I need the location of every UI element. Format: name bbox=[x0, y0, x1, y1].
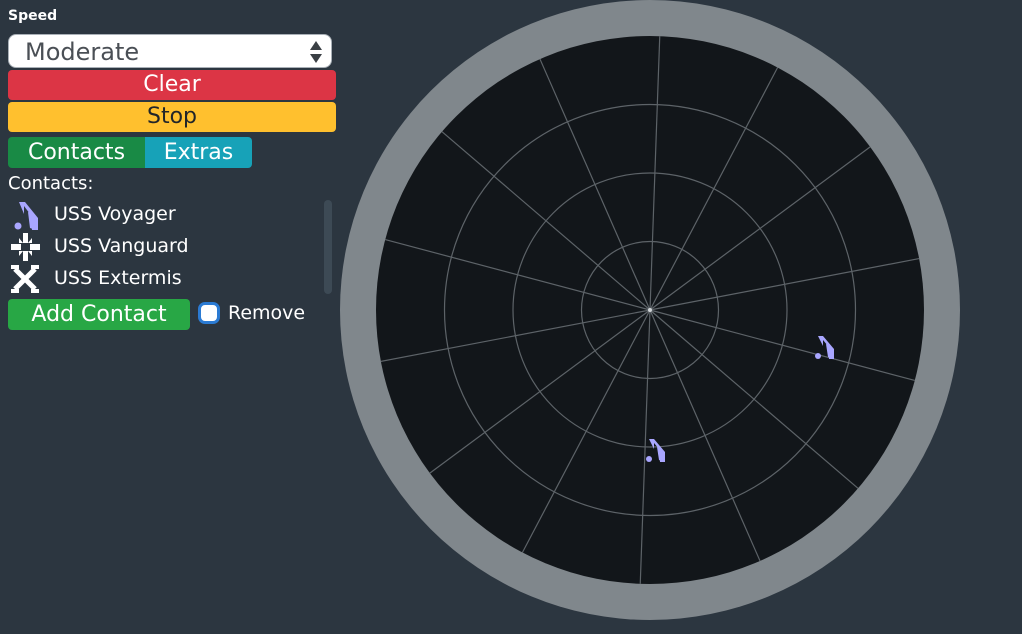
contact-name: USS Voyager bbox=[54, 203, 176, 225]
contacts-heading: Contacts: bbox=[8, 173, 94, 194]
contact-name: USS Vanguard bbox=[54, 235, 189, 257]
contact-item-extermis[interactable]: USS Extermis bbox=[8, 262, 328, 294]
contact-item-voyager[interactable]: USS Voyager bbox=[8, 198, 328, 230]
speed-label: Speed bbox=[8, 8, 58, 24]
speed-select-value: Moderate bbox=[25, 38, 140, 66]
radar-display[interactable] bbox=[340, 0, 960, 630]
remove-label: Remove bbox=[228, 302, 306, 324]
extermis-ship-icon bbox=[8, 262, 48, 294]
select-arrows-icon bbox=[310, 41, 322, 63]
contact-list-scrollbar[interactable] bbox=[324, 200, 332, 294]
tab-contacts[interactable]: Contacts bbox=[8, 137, 145, 168]
stop-button[interactable]: Stop bbox=[8, 102, 336, 132]
vanguard-ship-icon bbox=[8, 230, 48, 262]
contact-list: USS Voyager USS Vanguard USS Extermis bbox=[8, 198, 328, 294]
radar-center-dot bbox=[648, 308, 652, 312]
radar-panel bbox=[340, 0, 960, 630]
clear-button[interactable]: Clear bbox=[8, 70, 336, 100]
voyager-ship-icon bbox=[8, 198, 48, 230]
remove-toggle[interactable]: Remove bbox=[198, 299, 305, 327]
sidebar-tabs: Contacts Extras bbox=[8, 137, 252, 168]
tab-extras[interactable]: Extras bbox=[145, 137, 252, 168]
contact-item-vanguard[interactable]: USS Vanguard bbox=[8, 230, 328, 262]
add-contact-button[interactable]: Add Contact bbox=[8, 299, 190, 330]
remove-checkbox[interactable] bbox=[198, 302, 220, 324]
speed-select[interactable]: Moderate bbox=[8, 34, 332, 68]
control-sidebar: Speed Moderate Clear Stop Contacts Extra… bbox=[0, 0, 345, 630]
contact-name: USS Extermis bbox=[54, 267, 182, 289]
